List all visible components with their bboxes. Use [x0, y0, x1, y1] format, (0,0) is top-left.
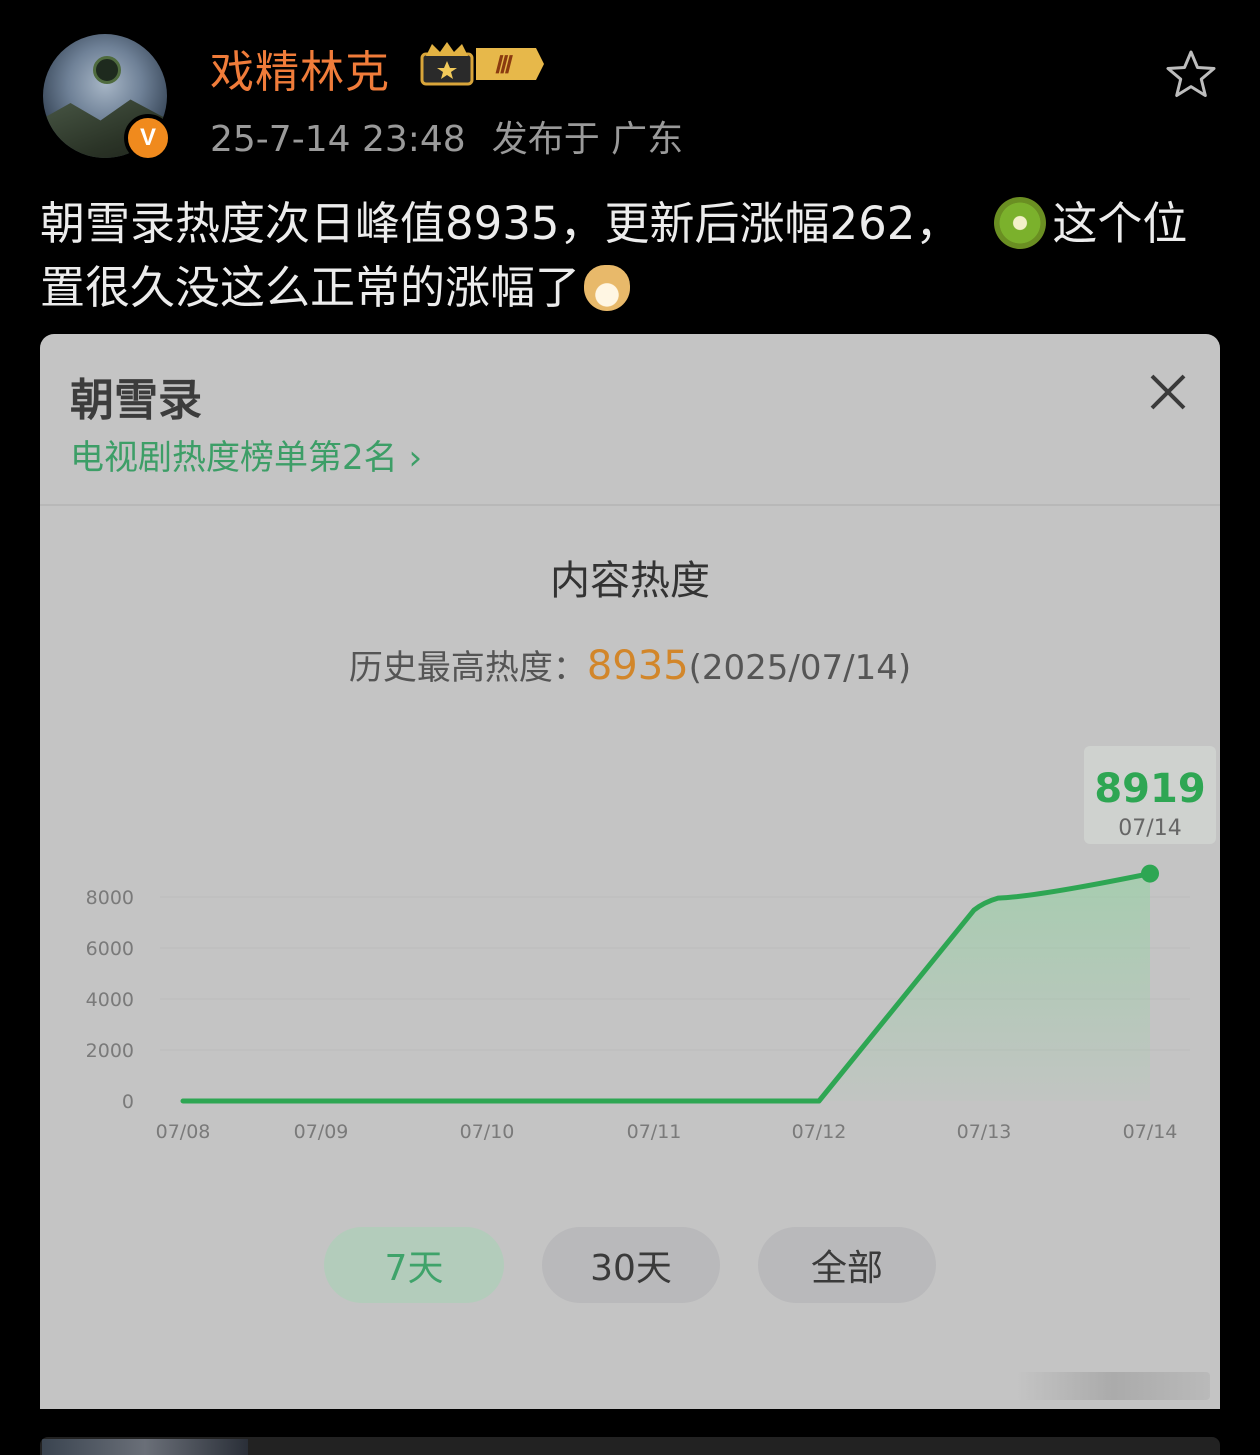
next-image-strip[interactable] [40, 1437, 1220, 1455]
show-title: 朝雪录 [70, 375, 202, 426]
kiwi-emoji [994, 197, 1047, 249]
ranking-link[interactable]: 电视剧热度榜单第2名 › [70, 430, 422, 479]
x-tick-label: 07/11 [627, 1121, 682, 1143]
y-tick-label: 0 [122, 1091, 134, 1113]
close-icon[interactable] [1146, 370, 1190, 414]
tooltip-value: 8919 [1094, 766, 1206, 812]
range-7-days-button[interactable]: 7天 [324, 1227, 504, 1303]
x-tick-label: 07/09 [294, 1121, 349, 1143]
member-crown-badge-icon: Ⅲ [420, 42, 544, 86]
y-tick-label: 4000 [86, 989, 134, 1011]
next-image-thumbnail[interactable] [42, 1439, 248, 1455]
post-meta: 25-7-14 23:48 发布于 广东 [210, 110, 683, 162]
range-all-button[interactable]: 全部 [758, 1227, 936, 1303]
author-name[interactable]: 戏精林克 [210, 36, 390, 100]
range-30-days-button[interactable]: 30天 [542, 1227, 720, 1303]
favorite-star-icon[interactable] [1164, 48, 1218, 102]
x-tick-label: 07/13 [957, 1121, 1012, 1143]
y-tick-label: 6000 [86, 938, 134, 960]
peak-heat-line: 历史最高热度：8935(2025/07/14) [40, 640, 1220, 689]
heat-area-chart: 0 2000 4000 6000 8000 07/08 07/09 07/10 07/11 07/… [86, 864, 1190, 1143]
verified-badge-icon: V [124, 114, 172, 162]
y-tick-label: 2000 [86, 1040, 134, 1062]
x-tick-label: 07/14 [1123, 1121, 1178, 1143]
x-tick-label: 07/10 [460, 1121, 515, 1143]
tooltip-date: 07/14 [1118, 816, 1182, 841]
y-tick-label: 8000 [86, 887, 134, 909]
card-divider [40, 504, 1220, 506]
series-area [819, 873, 1150, 1101]
post-location: 发布于 广东 [491, 119, 684, 160]
chart-tooltip: 8919 07/14 [1084, 746, 1216, 844]
doge-emoji [584, 265, 631, 311]
post-text-part1: 朝雪录热度次日峰值8935，更新后涨幅262， [40, 197, 961, 250]
post-image-heat-card[interactable]: 朝雪录 电视剧热度榜单第2名 › 内容热度 历史最高热度：8935(2025/0… [40, 334, 1220, 1409]
peak-label: 历史最高热度： [348, 648, 587, 688]
post-text: 朝雪录热度次日峰值8935，更新后涨幅262， 这个位置很久没这么正常的涨幅了 [40, 192, 1220, 320]
x-tick-label: 07/08 [156, 1121, 211, 1143]
peak-date: (2025/07/14) [688, 648, 912, 688]
section-title: 内容热度 [550, 558, 710, 604]
image-watermark [1016, 1372, 1210, 1400]
data-point-07/14 [1141, 864, 1159, 883]
post-date: 25-7-14 23:48 [210, 119, 466, 160]
peak-value: 8935 [586, 643, 689, 689]
x-tick-label: 07/12 [792, 1121, 847, 1143]
